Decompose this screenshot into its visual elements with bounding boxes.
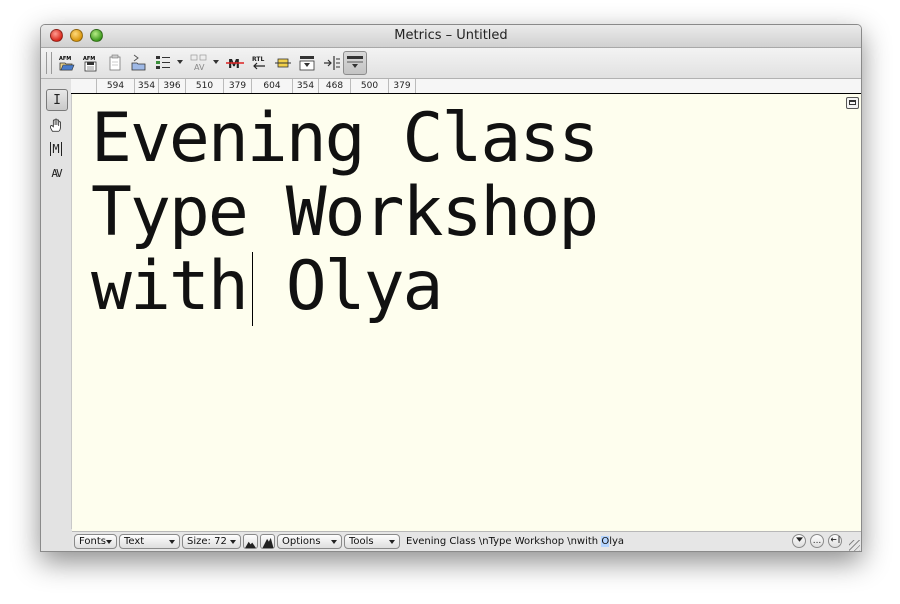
history-dropdown-button[interactable] [792,534,806,548]
kerning-dropdown-arrow[interactable] [213,60,219,64]
strike-metrics-button[interactable]: M [225,53,245,73]
ruler-cell: 594 [96,79,134,93]
indent-button[interactable] [321,53,341,73]
mountain-large-icon [262,537,273,548]
paste-metrics-button[interactable] [105,53,125,73]
kern-tool-button[interactable]: AV [46,163,66,183]
tools-popup[interactable]: Tools [344,534,400,549]
show-metrics-icon [299,56,315,71]
kerning-button[interactable]: AV [189,53,209,73]
metrics-tool-icon: M [50,142,62,156]
ruler-cell: 500 [350,79,388,93]
toolbar-grip[interactable] [46,52,52,74]
afm-save-button[interactable]: AFM [81,53,101,73]
svg-text:M: M [228,57,240,71]
mountain-large-button[interactable] [260,534,275,549]
ruler-cell: 379 [223,79,251,93]
toolbar: AFM AFM AV M RTL [41,48,861,79]
sample-text-suffix: lya [609,536,625,547]
ruler-cell: 396 [158,79,185,93]
sample-text[interactable]: Evening Class Type Workshop with Olya [91,99,599,326]
more-button[interactable]: ... [810,534,824,548]
mountain-small-icon [245,541,256,548]
zoom-window-button[interactable] [90,29,103,42]
hand-icon [49,118,61,132]
rtl-button[interactable]: RTL [249,53,269,73]
sample-line: with Olya [91,247,443,326]
text-cursor-icon: I [53,92,61,108]
mountain-small-button[interactable] [243,534,258,549]
open-file-icon [131,54,146,71]
text-canvas[interactable]: Evening Class Type Workshop with Olya [72,94,861,531]
afm-open-label: AFM [59,56,71,62]
afm-open-button[interactable]: AFM [57,53,77,73]
afm-save-label: AFM [83,56,95,62]
toggle-panel-icon[interactable] [846,97,859,109]
glyph-list-button[interactable] [153,53,173,73]
ruler-cell: 354 [292,79,318,93]
open-file-button[interactable] [129,53,149,73]
sample-text-field[interactable]: Evening Class \nType Workshop \nwith Oly… [406,535,786,549]
afm-open-icon: AFM [59,56,75,71]
glyph-list-dropdown-arrow[interactable] [177,60,183,64]
ruler-cell: 354 [134,79,158,93]
ruler-cell: 510 [185,79,223,93]
kerning-av-icon: AV [190,54,207,72]
indent-icon [324,56,340,70]
hand-tool-button[interactable] [46,115,66,135]
strike-m-icon: M [226,57,244,71]
svg-text:AV: AV [194,63,205,72]
ruler-cell: 379 [388,79,416,93]
options-panel-button[interactable] [343,51,367,75]
afm-save-icon: AFM [83,56,97,72]
list-icon [156,56,170,69]
chevron-down-icon [795,537,803,542]
minimize-window-button[interactable] [70,29,83,42]
size-popup[interactable]: Size: 72 [182,534,241,549]
sample-line: Type Workshop [91,173,599,252]
tool-palette: I M AV [41,79,72,529]
metrics-window: Metrics – Untitled AFM AFM AV M RTL I M … [40,24,862,552]
sample-line: Evening Class [91,99,599,178]
ruler-cell: 468 [318,79,350,93]
baseline-icon [275,58,291,68]
text-tool-button[interactable]: I [46,89,68,111]
paste-metrics-icon [109,54,121,71]
options-popup[interactable]: Options [277,534,342,549]
ruler-cell: 604 [251,79,292,93]
baseline-button[interactable] [273,53,293,73]
kern-av-icon: AV [51,166,62,180]
options-panel-icon [347,56,363,68]
advance-width-ruler: 594 354 396 510 379 604 354 468 500 379 [71,79,861,94]
rtl-icon: RTL [252,56,265,70]
text-caret [252,252,253,326]
insert-glyph-button[interactable] [828,534,842,548]
window-title: Metrics – Untitled [394,28,508,43]
resize-grip[interactable] [849,540,860,551]
rtl-label: RTL [252,56,264,63]
text-popup[interactable]: Text [119,534,180,549]
close-window-button[interactable] [50,29,63,42]
title-bar[interactable]: Metrics – Untitled [41,25,861,48]
insert-arrow-icon [830,536,839,543]
sample-text-prefix: Evening Class \nType Workshop \nwith [406,536,602,547]
fonts-popup[interactable]: Fonts [74,534,117,549]
metrics-tool-button[interactable]: M [46,139,66,159]
show-metrics-button[interactable] [297,53,317,73]
status-bar: Fonts Text Size: 72 Options Tools Evenin… [72,531,861,551]
